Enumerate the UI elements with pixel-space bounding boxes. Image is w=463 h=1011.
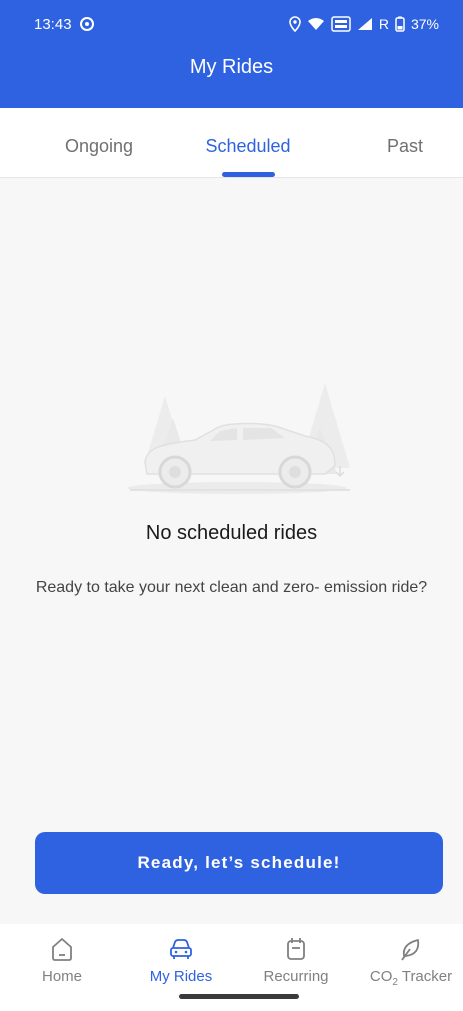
empty-state-description: Ready to take your next clean and zero- …	[35, 579, 428, 596]
tab-scheduled[interactable]: Scheduled	[198, 136, 298, 157]
car-icon	[170, 939, 192, 959]
nav-item-home[interactable]: Home	[12, 936, 112, 985]
location-icon	[289, 16, 301, 32]
status-bar: 13:43 R 37%	[0, 0, 463, 48]
tab-past[interactable]: Past	[375, 136, 435, 157]
battery-percent: 37%	[410, 16, 439, 32]
tab-ongoing[interactable]: Ongoing	[59, 136, 139, 157]
nav-item-recurring[interactable]: Recurring	[246, 936, 346, 985]
leaf-icon	[401, 939, 420, 961]
nav-item-my-rides[interactable]: My Rides	[131, 936, 231, 985]
signal-icon	[357, 18, 372, 30]
wifi-icon	[307, 18, 324, 30]
calendar-icon	[287, 938, 305, 960]
battery-icon	[395, 16, 405, 32]
status-time: 13:43	[34, 15, 72, 33]
carrier-flag: R	[378, 16, 389, 32]
nav-label-recurring: Recurring	[263, 968, 329, 985]
nav-label-my-rides: My Rides	[149, 968, 213, 985]
empty-state-title: No scheduled rides	[145, 522, 318, 544]
car-with-trees-illustration	[127, 383, 350, 494]
pinterest-icon	[79, 17, 94, 31]
schedule-ride-button[interactable]: Ready, let’s schedule!	[35, 832, 443, 894]
volte-icon	[331, 16, 351, 32]
active-tab-indicator	[222, 172, 275, 177]
ride-tabs: Ongoing Scheduled Past	[0, 108, 463, 178]
nav-label-co2-tracker: CO2 Tracker	[369, 968, 453, 988]
gesture-home-bar[interactable]	[179, 994, 299, 999]
nav-label-home: Home	[41, 968, 82, 985]
app-bar: 13:43 R 37% My Rides	[0, 0, 463, 108]
nav-item-co2-tracker[interactable]: CO2 Tracker	[361, 936, 461, 988]
page-title: My Rides	[189, 56, 274, 78]
home-icon	[52, 938, 72, 961]
